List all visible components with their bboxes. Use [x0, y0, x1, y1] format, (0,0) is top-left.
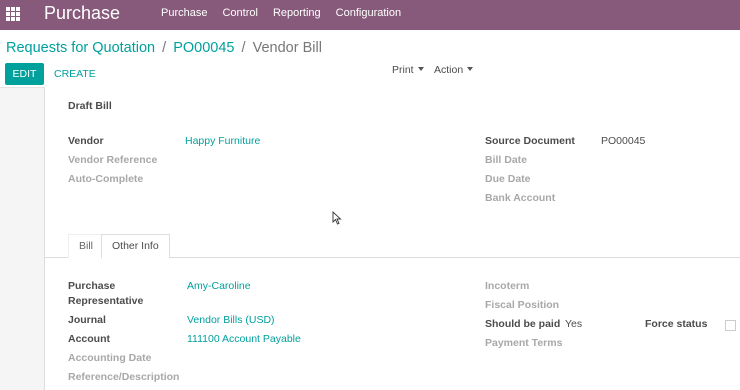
- breadcrumb: Requests for Quotation / PO00045 / Vendo…: [6, 40, 322, 56]
- vendor-label: Vendor: [68, 135, 104, 147]
- payment-terms-label: Payment Terms: [485, 337, 563, 349]
- force-status-checkbox[interactable]: [725, 320, 736, 331]
- reference-description-label: Reference/Description: [68, 371, 180, 383]
- action-label: Action: [434, 64, 464, 76]
- journal-label: Journal: [68, 314, 106, 326]
- main-menu: Purchase Control Reporting Configuration: [161, 0, 416, 30]
- create-button[interactable]: CREATE: [54, 63, 96, 85]
- incoterm-label: Incoterm: [485, 280, 530, 292]
- menu-purchase[interactable]: Purchase: [161, 0, 207, 30]
- source-document-label: Source Document: [485, 135, 575, 147]
- fiscal-position-label: Fiscal Position: [485, 299, 560, 311]
- should-be-paid-label: Should be paid: [485, 318, 561, 330]
- action-dropdown[interactable]: Action: [434, 64, 474, 76]
- app-name: Purchase: [44, 3, 121, 23]
- vendor-reference-label: Vendor Reference: [68, 154, 158, 166]
- edit-button[interactable]: EDIT: [5, 63, 44, 85]
- caret-down-icon: [467, 67, 474, 72]
- bank-account-label: Bank Account: [485, 192, 556, 204]
- top-navbar: Purchase Purchase Control Reporting Conf…: [0, 0, 740, 30]
- caret-down-icon: [417, 67, 424, 72]
- auto-complete-label: Auto-Complete: [68, 173, 144, 185]
- vendor-value[interactable]: Happy Furniture: [185, 135, 260, 147]
- due-date-label: Due Date: [485, 173, 531, 185]
- bill-status: Draft Bill: [68, 100, 112, 112]
- menu-control[interactable]: Control: [222, 0, 257, 30]
- print-label: Print: [392, 64, 414, 76]
- purchase-representative-value[interactable]: Amy-Caroline: [187, 280, 251, 292]
- purchase-representative-label-line1: Purchase: [68, 280, 116, 292]
- breadcrumb-current: Vendor Bill: [252, 40, 322, 56]
- menu-reporting[interactable]: Reporting: [273, 0, 321, 30]
- purchase-representative-label-line2: Representative: [68, 295, 144, 307]
- breadcrumb-po[interactable]: PO00045: [173, 40, 234, 56]
- force-status-label: Force status: [645, 318, 708, 330]
- tab-other-info[interactable]: Other Info: [101, 234, 170, 258]
- breadcrumb-rfq[interactable]: Requests for Quotation: [6, 40, 155, 56]
- breadcrumb-separator: /: [241, 40, 246, 56]
- journal-value[interactable]: Vendor Bills (USD): [187, 314, 275, 326]
- accounting-date-label: Accounting Date: [68, 352, 152, 364]
- print-dropdown[interactable]: Print: [392, 64, 424, 76]
- menu-configuration[interactable]: Configuration: [336, 0, 401, 30]
- tab-bill[interactable]: Bill: [68, 234, 105, 258]
- should-be-paid-value: Yes: [565, 318, 583, 330]
- apps-grid-icon[interactable]: [6, 7, 20, 21]
- breadcrumb-separator: /: [162, 40, 167, 56]
- account-label: Account: [68, 333, 110, 345]
- account-value[interactable]: 111100 Account Payable: [187, 333, 301, 345]
- mouse-pointer-icon: [332, 211, 342, 225]
- source-document-value: PO00045: [601, 135, 646, 147]
- bill-date-label: Bill Date: [485, 154, 528, 166]
